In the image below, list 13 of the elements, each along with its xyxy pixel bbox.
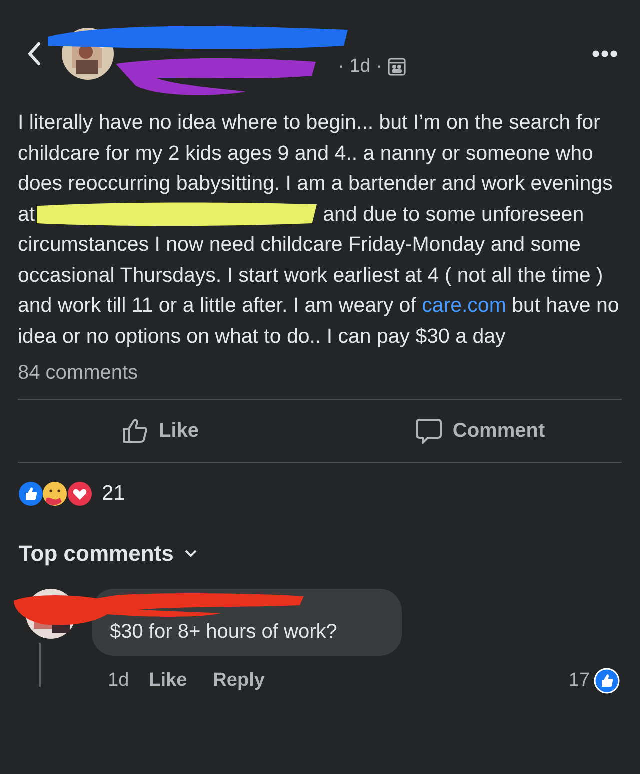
reply-link[interactable]: Reply: [213, 670, 265, 692]
reaction-count: 21: [102, 482, 126, 506]
comment-text: $30 for 8+ hours of work?: [110, 621, 338, 644]
like-link[interactable]: Like: [149, 670, 188, 692]
action-button[interactable]: Like: [0, 400, 320, 462]
action-button[interactable]: Comment: [320, 400, 640, 462]
section-heading[interactable]: Top comments: [19, 541, 174, 567]
post-text: I literally have no idea where to begin... but I’m on the search for childcare for my 2 kids ages 9 and 4.. a nanny or someone who does reoccurring babysitting. I am a bartender and work evenings at and due to some unforeseen circumstances I now need childcare Friday-Monday and some occasional Thursdays. I start work earliest at 4 ( not all the time ) and work till 11 or a little after. I am weary of care.com but have no idea or no options on what to do.. I can pay $30 a day: [18, 110, 620, 350]
link[interactable]: care.com: [422, 294, 506, 317]
comment-count[interactable]: 84 comments: [18, 362, 622, 385]
comment-time: 1d: [108, 670, 130, 692]
post-meta: · 1d ·: [338, 56, 382, 78]
like-count: 17: [568, 670, 590, 692]
